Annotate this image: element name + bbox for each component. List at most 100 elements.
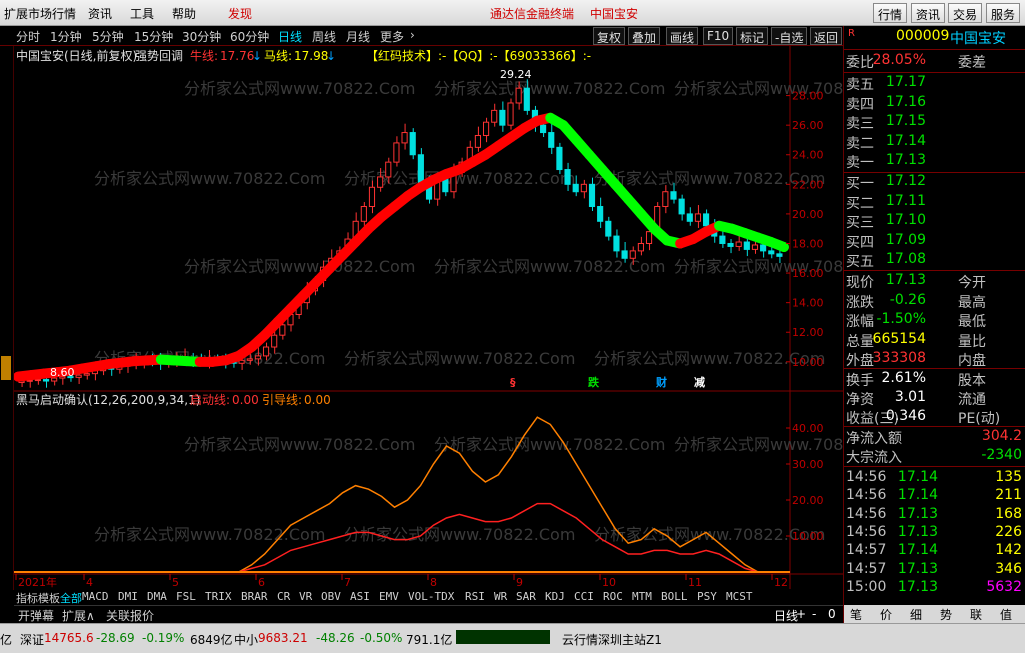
menu-news[interactable]: 资讯 bbox=[88, 5, 112, 22]
draw-line-button[interactable]: 画线 bbox=[666, 27, 699, 45]
candle-body bbox=[588, 183, 596, 208]
indicator-tab[interactable]: ASI bbox=[350, 590, 370, 603]
price-tick-label: 24.00 bbox=[792, 149, 824, 162]
stat-label-2: 最低 bbox=[958, 314, 986, 330]
indicator-tab[interactable]: CCI bbox=[574, 590, 594, 603]
more-arrow-icon[interactable]: › bbox=[410, 28, 415, 42]
indicator-tab[interactable]: KDJ bbox=[545, 590, 565, 603]
quote-tab[interactable]: 价 bbox=[880, 606, 892, 623]
period-timeshare[interactable]: 分时 bbox=[16, 28, 40, 45]
quote-row: 现价 17.13 今开 bbox=[844, 272, 1025, 291]
zoom-out-button[interactable]: - bbox=[812, 607, 816, 621]
danmaku-toggle[interactable]: 开弹幕 bbox=[18, 607, 54, 624]
tick-price: 17.13 bbox=[897, 560, 938, 577]
related-quotes-tab[interactable]: 关联报价 bbox=[106, 607, 154, 624]
tick-volume: 211 bbox=[995, 487, 1022, 504]
watchlist-button[interactable]: -自选 bbox=[771, 27, 808, 45]
indicator-tab[interactable]: BRAR bbox=[241, 590, 268, 603]
stat-label-2: 量比 bbox=[958, 333, 986, 350]
indicator-tab[interactable]: RSI bbox=[465, 590, 485, 603]
quote-row: 涨幅 -1.50% 最低 bbox=[844, 311, 1025, 330]
indicator-tab[interactable]: VOL-TDX bbox=[408, 590, 454, 603]
indicator-tab[interactable]: DMA bbox=[147, 590, 167, 603]
quote-tab[interactable]: 联 bbox=[970, 606, 982, 623]
indicator-tab[interactable]: 模板 bbox=[38, 590, 60, 606]
tick-price: 17.13 bbox=[897, 578, 938, 595]
period-weekly[interactable]: 周线 bbox=[312, 28, 336, 45]
candle-body bbox=[368, 186, 376, 208]
tick-price: 17.13 bbox=[897, 523, 938, 540]
indicator-tab[interactable]: CR bbox=[277, 590, 290, 603]
menu-bar: 扩展市场行情 资讯 工具 帮助 发现 通达信金融终端 中国宝安 行情 资讯 交易… bbox=[0, 0, 1025, 26]
month-label: 4 bbox=[86, 576, 93, 589]
period-30min[interactable]: 30分钟 bbox=[182, 28, 221, 45]
period-daily[interactable]: 日线 bbox=[278, 28, 302, 45]
indicator-tab[interactable]: PSY bbox=[697, 590, 717, 603]
stat2-label-2: PE(动) bbox=[958, 411, 1001, 427]
month-label: 9 bbox=[516, 576, 523, 589]
news-button[interactable]: 资讯 bbox=[911, 3, 946, 23]
stat-label-2: 今开 bbox=[958, 275, 986, 291]
indicator-tab[interactable]: EMV bbox=[379, 590, 399, 603]
server-status[interactable]: 云行情深圳主站Z1 bbox=[562, 631, 662, 648]
indicator-tab[interactable]: DMI bbox=[118, 590, 138, 603]
period-more[interactable]: 更多 bbox=[380, 28, 404, 45]
indicator-tab[interactable]: ROC bbox=[603, 590, 623, 603]
indicator-tab[interactable]: BOLL bbox=[661, 590, 688, 603]
watermark-text: 分析家公式网www.70822.Com bbox=[184, 79, 415, 98]
overlay-button[interactable]: 叠加 bbox=[628, 27, 661, 45]
menu-extended-market[interactable]: 扩展市场行情 bbox=[4, 5, 76, 22]
indicator-tab[interactable]: WR bbox=[494, 590, 507, 603]
menu-discover[interactable]: 发现 bbox=[228, 5, 252, 22]
quote-tab[interactable]: 细 bbox=[910, 606, 922, 623]
candle-body bbox=[75, 374, 82, 378]
indicator-tab[interactable]: MTM bbox=[632, 590, 652, 603]
candle-body bbox=[254, 355, 261, 360]
zoom-reset-button[interactable]: 0 bbox=[828, 607, 836, 621]
indicator-tab[interactable]: 全部 bbox=[60, 590, 82, 606]
quote-tab[interactable]: 笔 bbox=[850, 606, 862, 623]
menu-tools[interactable]: 工具 bbox=[130, 5, 154, 22]
quote-tab[interactable]: 势 bbox=[940, 606, 952, 623]
indicator-tab[interactable]: MACD bbox=[82, 590, 109, 603]
trade-button[interactable]: 交易 bbox=[948, 3, 983, 23]
sz-label: 深证 bbox=[20, 633, 45, 647]
event-marker: 减 bbox=[694, 375, 705, 389]
candle-body bbox=[556, 146, 563, 171]
f10-button[interactable]: F10 bbox=[703, 27, 734, 45]
indicator-tab[interactable]: SAR bbox=[516, 590, 536, 603]
flow-label: 大宗流入 bbox=[846, 450, 902, 466]
indicator-tab[interactable]: VR bbox=[299, 590, 312, 603]
indicator-tab[interactable]: FSL bbox=[176, 590, 196, 603]
quote-tab[interactable]: 值 bbox=[1000, 606, 1012, 623]
period-15min[interactable]: 15分钟 bbox=[134, 28, 173, 45]
mark-button[interactable]: 标记 bbox=[736, 27, 769, 45]
chart-title: 中国宝安(日线,前复权) bbox=[16, 48, 137, 63]
back-button[interactable]: 返回 bbox=[810, 27, 843, 45]
candle-body bbox=[621, 250, 628, 259]
stat2-label-2: 股本 bbox=[958, 373, 986, 389]
service-button[interactable]: 服务 bbox=[986, 3, 1021, 23]
adjust-button[interactable]: 复权 bbox=[593, 27, 626, 45]
period-5min[interactable]: 5分钟 bbox=[92, 28, 124, 45]
period-monthly[interactable]: 月线 bbox=[346, 28, 370, 45]
zoom-in-button[interactable]: + bbox=[796, 607, 806, 621]
sell-level-price: 17.15 bbox=[885, 113, 926, 129]
indicator-tab[interactable]: TRIX bbox=[205, 590, 232, 603]
indicator-tab[interactable]: OBV bbox=[321, 590, 341, 603]
expand-toggle[interactable]: 扩展∧ bbox=[62, 607, 95, 624]
candle-body bbox=[637, 242, 644, 252]
indicator-tab[interactable]: 指标 bbox=[16, 590, 38, 606]
period-1min[interactable]: 1分钟 bbox=[50, 28, 82, 45]
stat-value: 665154 bbox=[872, 330, 926, 347]
indicator-tab[interactable]: MCST bbox=[726, 590, 753, 603]
expand-handle[interactable] bbox=[1, 356, 11, 380]
quote-button[interactable]: 行情 bbox=[873, 3, 908, 23]
start-line-value: 0.00 bbox=[232, 393, 259, 407]
candle-body bbox=[385, 161, 392, 178]
menu-help[interactable]: 帮助 bbox=[172, 5, 196, 22]
horse-line-value: 17.98 bbox=[294, 49, 328, 63]
period-60min[interactable]: 60分钟 bbox=[230, 28, 269, 45]
kline-chart[interactable]: 分析家公式网www.70822.Com 分析家公式网www.70822.Com 分析… bbox=[14, 46, 843, 590]
status-bar: 亿 深证 14765.6 -28.69 -0.19% 6849亿 中小 9683… bbox=[0, 623, 1025, 653]
